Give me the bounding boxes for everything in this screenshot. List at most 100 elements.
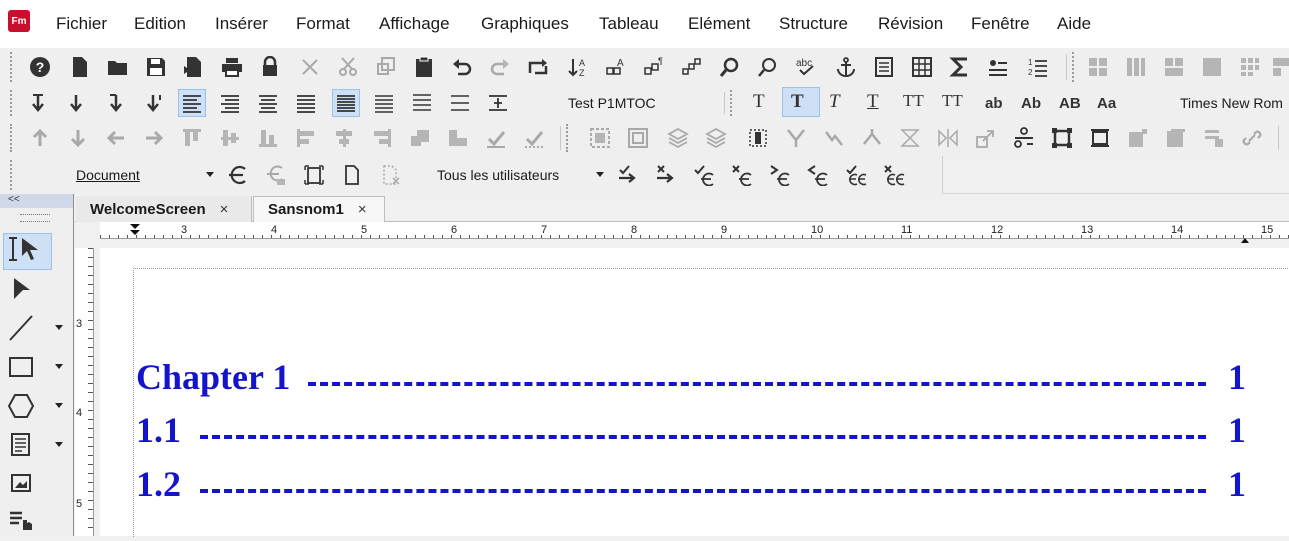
polygon-tool[interactable]: [6, 392, 36, 420]
scale-icon[interactable]: [972, 124, 1000, 152]
menu-fenetre[interactable]: Fenêtre: [971, 14, 1030, 34]
first-indent-marker[interactable]: [130, 224, 140, 229]
reference-page-icon[interactable]: [870, 53, 898, 81]
graphic-frame-tool[interactable]: [6, 470, 36, 498]
accept-change-icon[interactable]: [614, 161, 642, 189]
undo-icon[interactable]: [448, 53, 476, 81]
align-bottom-icon[interactable]: [254, 124, 282, 152]
text-frame-icon[interactable]: [1162, 124, 1190, 152]
space-below-icon[interactable]: [62, 89, 90, 117]
reject-all-changes-icon[interactable]: [880, 161, 908, 189]
rotate-icon[interactable]: [820, 124, 848, 152]
align-right-icon[interactable]: [216, 89, 244, 117]
lock-icon[interactable]: [256, 53, 284, 81]
toolbar-grip[interactable]: [10, 52, 14, 82]
horizontal-ruler[interactable]: 3 4 5 6 7 8 9 10 11 12 13 14 15: [100, 222, 1289, 243]
accept-all-changes-icon[interactable]: [842, 161, 870, 189]
insert-variable-icon[interactable]: A: [602, 53, 630, 81]
tab-close-icon[interactable]: ×: [220, 201, 229, 218]
sort-icon[interactable]: AZ: [564, 53, 592, 81]
accept-all-icon[interactable]: [690, 161, 718, 189]
font-family-select[interactable]: Times New Rom: [1180, 95, 1283, 111]
reshape-icon[interactable]: [858, 124, 886, 152]
right-indent-marker[interactable]: [1241, 238, 1249, 243]
select-arrow-tool[interactable]: [6, 276, 36, 304]
new-anchored-frame-icon[interactable]: [1124, 124, 1152, 152]
tab-close-icon[interactable]: ×: [358, 201, 367, 218]
toc-entry[interactable]: Chapter 1 1: [136, 357, 1246, 397]
menu-aide[interactable]: Aide: [1057, 14, 1091, 34]
track-scope-select[interactable]: Document: [76, 167, 140, 183]
open-folder-icon[interactable]: [104, 53, 132, 81]
move-up-icon[interactable]: [26, 124, 54, 152]
track-changes-lock-icon[interactable]: [262, 161, 290, 189]
rectangle-tool-menu-caret[interactable]: [55, 364, 63, 369]
ungroup-icon[interactable]: [624, 124, 652, 152]
insert-table-icon[interactable]: [908, 53, 936, 81]
redo-icon[interactable]: [486, 53, 514, 81]
object-properties-icon[interactable]: [1048, 124, 1076, 152]
user-filter-select[interactable]: Tous les utilisateurs: [437, 167, 559, 183]
layers-down-icon[interactable]: [702, 124, 730, 152]
tab-sansnom1[interactable]: Sansnom1 ×: [253, 196, 385, 222]
app-logo[interactable]: Fm: [8, 10, 30, 32]
move-down-icon[interactable]: [64, 124, 92, 152]
char-bold-button[interactable]: T: [791, 91, 804, 113]
distribute-icon[interactable]: [1010, 124, 1038, 152]
menu-graphiques[interactable]: Graphiques: [481, 14, 569, 34]
line-tool-menu-caret[interactable]: [55, 325, 63, 330]
menu-fichier[interactable]: Fichier: [56, 14, 107, 34]
reject-change-icon[interactable]: [652, 161, 680, 189]
move-left-icon[interactable]: [102, 124, 130, 152]
polygon-tool-menu-caret[interactable]: [55, 403, 63, 408]
mirror-icon[interactable]: [934, 124, 962, 152]
line-spacing-custom-icon[interactable]: [484, 89, 512, 117]
line-spacing-medium-icon[interactable]: [370, 89, 398, 117]
save-as-icon[interactable]: [180, 53, 208, 81]
reject-all-icon[interactable]: [728, 161, 756, 189]
line-spacing-double-icon[interactable]: [408, 89, 436, 117]
table-insert-rows-icon[interactable]: [1084, 53, 1112, 81]
text-frame-tool-menu-caret[interactable]: [55, 442, 63, 447]
track-changes-toggle-icon[interactable]: [224, 161, 252, 189]
line-spacing-wide-icon[interactable]: [446, 89, 474, 117]
flip-vertical-icon[interactable]: [782, 124, 810, 152]
toc-entry[interactable]: 1.1 1: [136, 410, 1246, 450]
show-hide-borders-icon[interactable]: [678, 53, 706, 81]
track-final-icon[interactable]: [338, 161, 366, 189]
anchor-icon[interactable]: [832, 53, 860, 81]
table-grid-icon[interactable]: [1236, 53, 1264, 81]
text-frame-tool[interactable]: [6, 431, 36, 459]
bring-front-icon[interactable]: [406, 124, 434, 152]
align-right-objects-icon[interactable]: [368, 124, 396, 152]
layers-up-icon[interactable]: [664, 124, 692, 152]
smart-select-tool[interactable]: [3, 233, 52, 270]
char-smallcaps-button[interactable]: Aa: [1097, 95, 1116, 112]
spell-check-icon[interactable]: abc: [792, 53, 820, 81]
line-spacing-single-icon[interactable]: [332, 89, 360, 117]
table-insert-columns-icon[interactable]: [1122, 53, 1150, 81]
find-replace-icon[interactable]: [716, 53, 744, 81]
previous-change-icon[interactable]: [804, 161, 832, 189]
char-lowercase-button[interactable]: ab: [985, 95, 1003, 112]
align-middle-icon[interactable]: [216, 124, 244, 152]
delete-icon[interactable]: [296, 53, 324, 81]
menu-structure[interactable]: Structure: [779, 14, 848, 34]
runaround-icon[interactable]: [1086, 124, 1114, 152]
print-icon[interactable]: [218, 53, 246, 81]
new-document-icon[interactable]: [66, 53, 94, 81]
rectangle-tool[interactable]: [6, 353, 36, 381]
palette-grip[interactable]: [20, 214, 50, 222]
align-top-icon[interactable]: [178, 124, 206, 152]
copy-icon[interactable]: [372, 53, 400, 81]
palette-header[interactable]: <<: [0, 194, 73, 208]
align-center-icon[interactable]: [254, 89, 282, 117]
frame-select-icon[interactable]: [744, 124, 772, 152]
char-plain-button[interactable]: T: [753, 91, 765, 113]
vertical-ruler[interactable]: 3 4 5: [75, 248, 94, 536]
track-original-icon[interactable]: [376, 161, 404, 189]
line-spacing-icon[interactable]: [102, 89, 130, 117]
menu-format[interactable]: Format: [296, 14, 350, 34]
hand-pointer-icon[interactable]: [1200, 124, 1228, 152]
char-superscript-button[interactable]: TT: [903, 91, 924, 111]
